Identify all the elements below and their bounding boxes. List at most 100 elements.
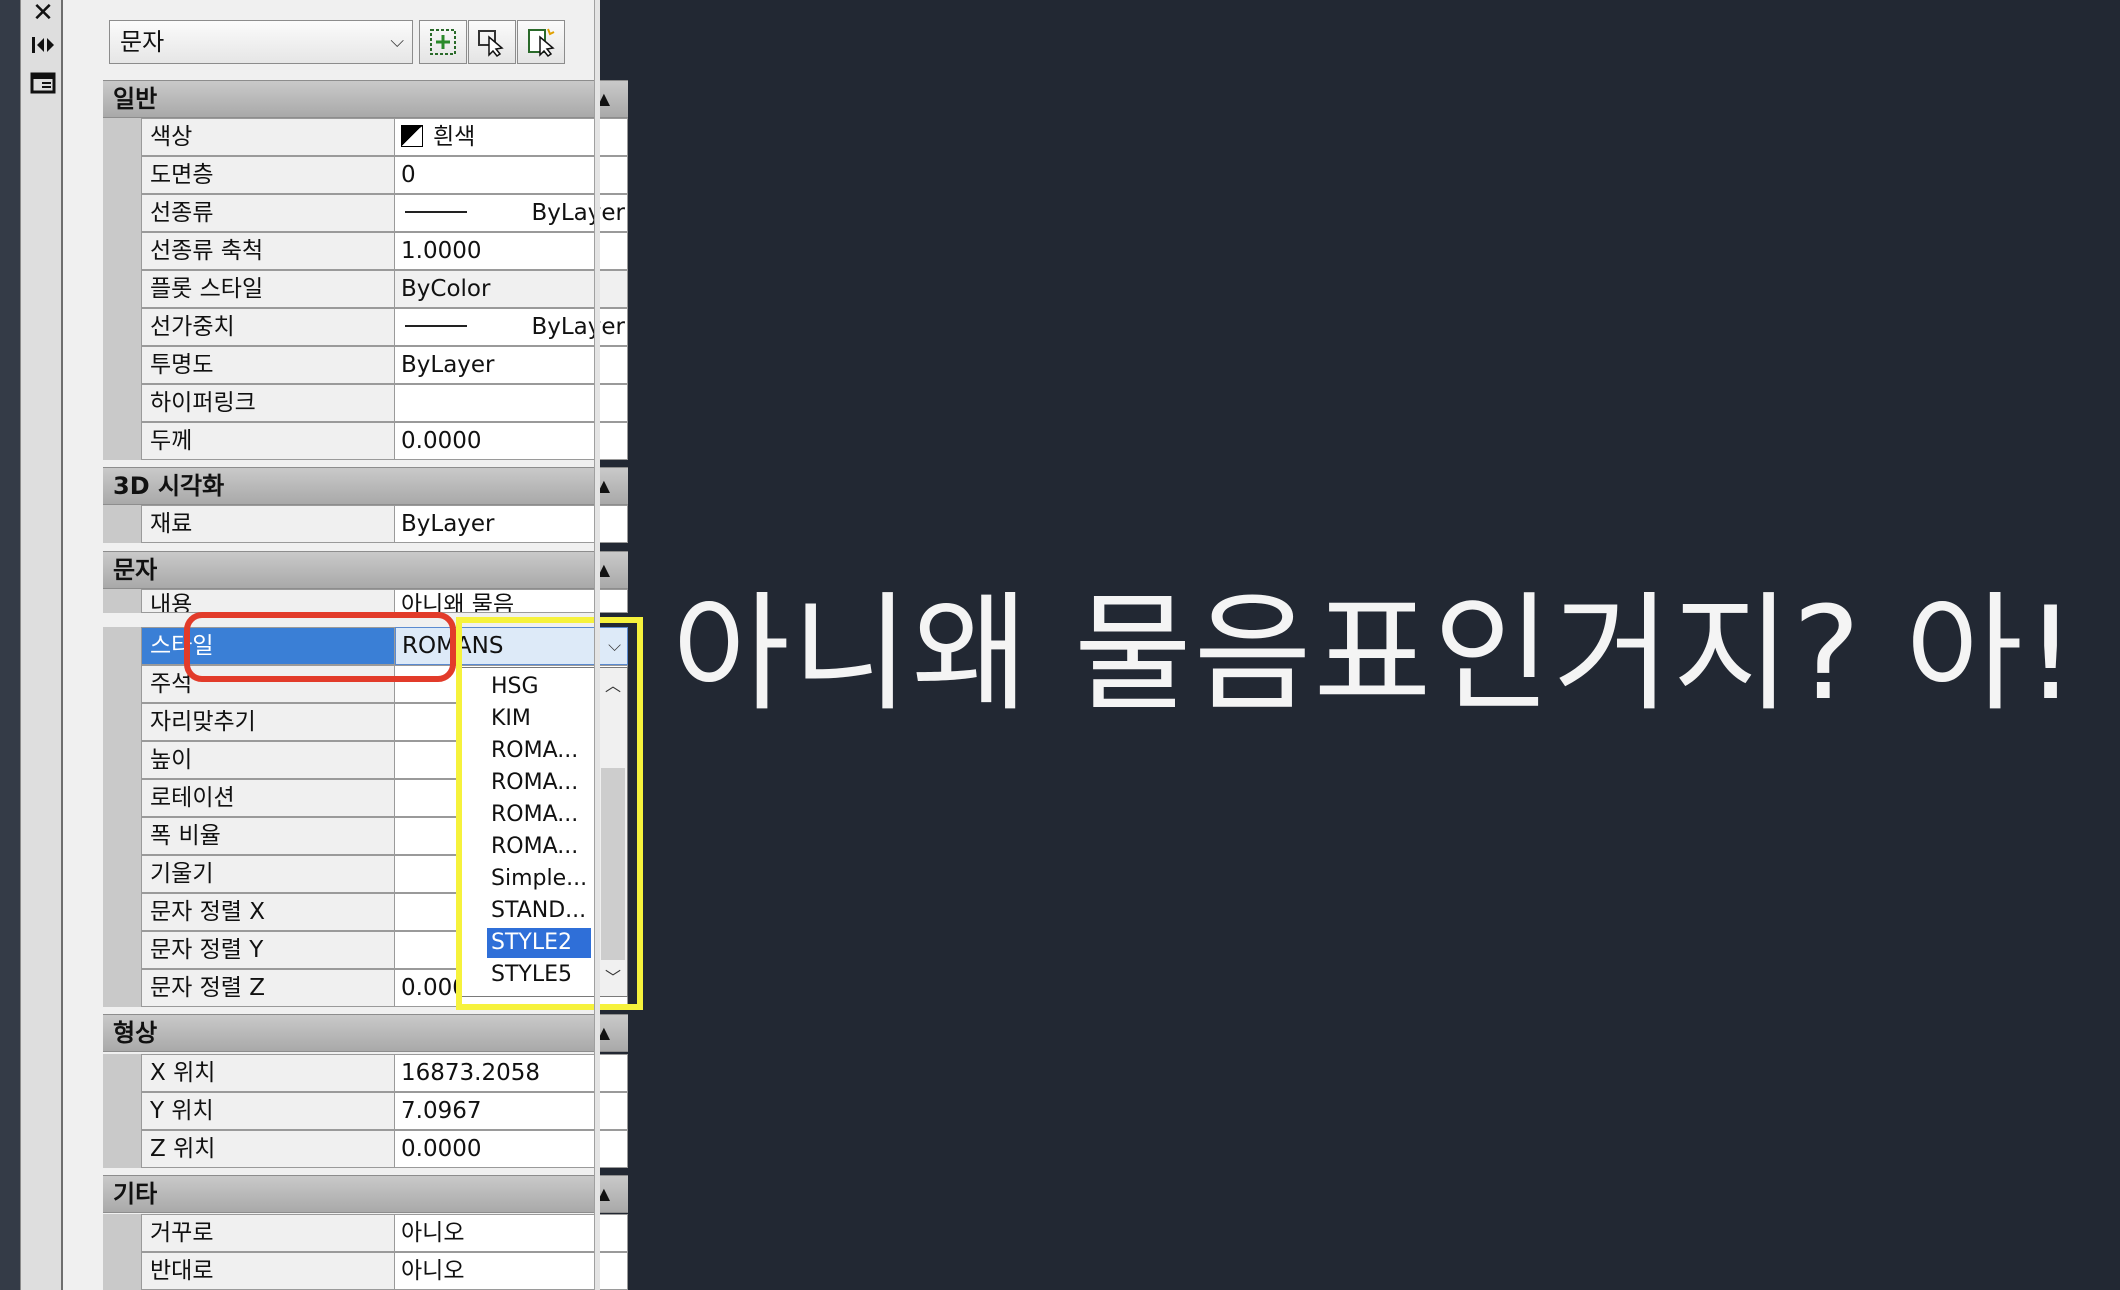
section-header-geometry[interactable]: 형상 ▲: [103, 1014, 628, 1052]
row-gutter: [103, 505, 141, 543]
select-objects-button[interactable]: [468, 20, 516, 64]
prop-row-thickness[interactable]: 두께 0.0000: [103, 422, 628, 460]
prop-name: 선종류: [141, 194, 395, 232]
prop-name: 폭 비율: [141, 817, 395, 855]
prop-name: 반대로: [141, 1252, 395, 1290]
prop-row-linetype[interactable]: 선종류 ByLayer: [103, 194, 628, 232]
row-gutter: [103, 931, 141, 969]
prop-row-transparency[interactable]: 투명도 ByLayer: [103, 346, 628, 384]
linetype-preview-icon: [405, 211, 467, 213]
row-gutter: [103, 1092, 141, 1130]
prop-row-color[interactable]: 색상 흰색: [103, 118, 628, 156]
prop-name: 문자 정렬 Y: [141, 931, 395, 969]
row-gutter: [103, 1214, 141, 1252]
row-gutter: [103, 1252, 141, 1290]
row-gutter: [103, 741, 141, 779]
object-type-value: 문자: [120, 28, 165, 56]
section-header-text[interactable]: 문자 ▲: [103, 551, 628, 589]
prop-name: 기울기: [141, 855, 395, 893]
row-gutter: [103, 1130, 141, 1168]
prop-row-position-x[interactable]: X 위치 16873.2058: [103, 1054, 628, 1092]
prop-row-position-z[interactable]: Z 위치 0.0000: [103, 1130, 628, 1168]
row-gutter: [103, 156, 141, 194]
prop-name: 선종류 축척: [141, 232, 395, 270]
row-gutter: [103, 118, 141, 156]
section-title: 일반: [113, 85, 158, 113]
color-value: 흰색: [433, 124, 476, 150]
prop-name: 높이: [141, 741, 395, 779]
prop-name: 내용: [141, 589, 395, 613]
lineweight-value: ByLayer: [531, 314, 625, 340]
row-gutter: [103, 346, 141, 384]
properties-menu-icon[interactable]: [28, 72, 58, 98]
select-objects-icon: [478, 30, 504, 57]
properties-palette: 문자 ⌵ 일반 ▲ 색상 흰색 도면층 0 선종류 ByLayer 선종류 축척…: [63, 0, 643, 1290]
toggle-pickadd-button[interactable]: [419, 20, 467, 64]
palette-border: [594, 0, 600, 1290]
row-gutter: [103, 422, 141, 460]
color-swatch-icon: [401, 125, 423, 147]
prop-row-contents[interactable]: 내용 아니왜 물음: [103, 589, 628, 613]
row-gutter: [103, 308, 141, 346]
row-gutter: [103, 627, 141, 665]
section-header-misc[interactable]: 기타 ▲: [103, 1175, 628, 1213]
prop-name: 색상: [141, 118, 395, 156]
row-gutter: [103, 779, 141, 817]
section-title: 형상: [113, 1019, 158, 1047]
row-gutter: [103, 893, 141, 931]
prop-row-backward[interactable]: 반대로 아니오: [103, 1252, 628, 1290]
linetype-value: ByLayer: [531, 200, 625, 226]
row-gutter: [103, 969, 141, 1007]
prop-row-plot-style[interactable]: 플롯 스타일 ByColor: [103, 270, 628, 308]
prop-name: 투명도: [141, 346, 395, 384]
prop-name: 두께: [141, 422, 395, 460]
prop-row-material[interactable]: 재료 ByLayer: [103, 505, 628, 543]
section-title: 기타: [113, 1180, 158, 1208]
annotation-yellow-highlight: [456, 617, 643, 1010]
section-header-3d-visualization[interactable]: 3D 시각화 ▲: [103, 467, 628, 505]
prop-name: 선가중치: [141, 308, 395, 346]
row-gutter: [103, 232, 141, 270]
prop-row-linetype-scale[interactable]: 선종류 축척 1.0000: [103, 232, 628, 270]
row-gutter: [103, 855, 141, 893]
prop-name: Y 위치: [141, 1092, 395, 1130]
auto-hide-icon[interactable]: [28, 34, 58, 60]
lineweight-preview-icon: [405, 325, 467, 327]
row-gutter: [103, 589, 141, 613]
chevron-down-icon: ⌵: [390, 31, 404, 52]
prop-name: 하이퍼링크: [141, 384, 395, 422]
prop-name: 문자 정렬 Z: [141, 969, 395, 1007]
prop-row-hyperlink[interactable]: 하이퍼링크: [103, 384, 628, 422]
prop-name: 자리맞추기: [141, 703, 395, 741]
prop-name: 재료: [141, 505, 395, 543]
prop-row-upside-down[interactable]: 거꾸로 아니오: [103, 1214, 628, 1252]
prop-row-layer[interactable]: 도면층 0: [103, 156, 628, 194]
prop-name: 문자 정렬 X: [141, 893, 395, 931]
quick-select-button[interactable]: [517, 20, 565, 64]
quick-select-icon: [528, 28, 555, 57]
object-type-dropdown[interactable]: 문자 ⌵: [109, 20, 413, 64]
row-gutter: [103, 270, 141, 308]
row-gutter: [103, 384, 141, 422]
prop-row-lineweight[interactable]: 선가중치 ByLayer: [103, 308, 628, 346]
row-gutter: [103, 1054, 141, 1092]
section-title: 3D 시각화: [113, 472, 225, 500]
row-gutter: [103, 665, 141, 703]
prop-row-position-y[interactable]: Y 위치 7.0967: [103, 1092, 628, 1130]
prop-name: 도면층: [141, 156, 395, 194]
prop-name: Z 위치: [141, 1130, 395, 1168]
drawing-text-object[interactable]: 아니왜 물음표인거지? 아!: [672, 575, 2078, 735]
close-icon[interactable]: ✕: [28, 0, 58, 26]
palette-title-bar: ✕: [20, 0, 63, 1290]
left-edge-strip: [0, 0, 20, 1290]
row-gutter: [103, 817, 141, 855]
section-header-general[interactable]: 일반 ▲: [103, 80, 628, 118]
annotation-red-highlight: [184, 612, 456, 682]
pickadd-icon: [430, 29, 456, 55]
prop-name: 로테이션: [141, 779, 395, 817]
prop-name: 플롯 스타일: [141, 270, 395, 308]
prop-name: X 위치: [141, 1054, 395, 1092]
section-title: 문자: [113, 556, 158, 584]
prop-name: 거꾸로: [141, 1214, 395, 1252]
row-gutter: [103, 194, 141, 232]
